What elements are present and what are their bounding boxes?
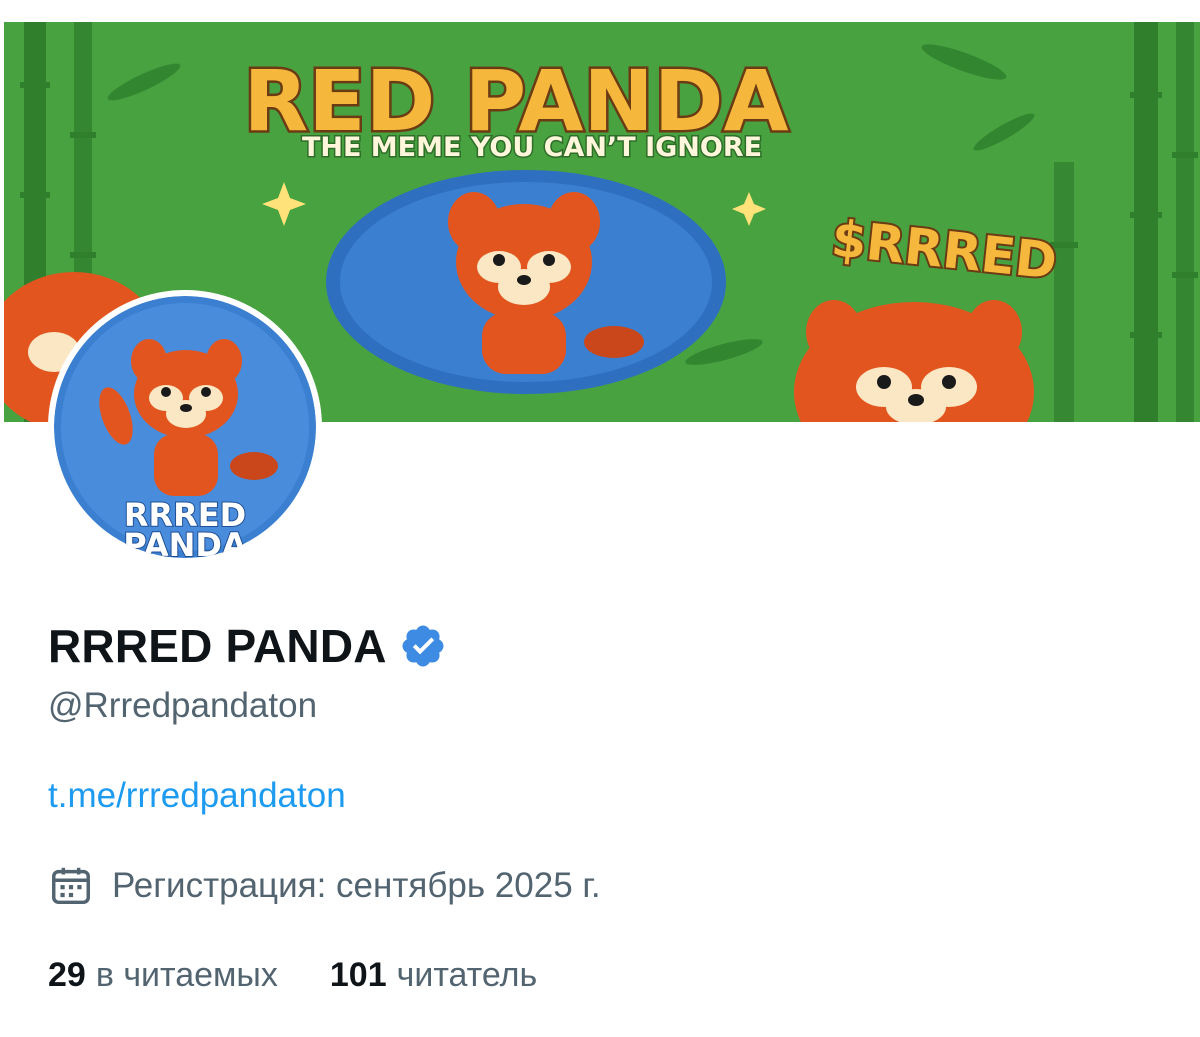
avatar-image: RRRED PANDA — [54, 296, 316, 558]
profile-display-name: RRRED PANDA — [48, 620, 387, 672]
followers-stat-link[interactable]: 101 читатель — [330, 956, 537, 995]
banner-subtitle: THE MEME YOU CAN’T IGNORE — [302, 132, 762, 163]
profile-joined-date: Регистрация: сентябрь 2025 г. — [112, 866, 601, 905]
profile-website-link[interactable]: t.me/rrredpandaton — [48, 776, 346, 816]
panda-icon-right — [794, 300, 1034, 422]
followers-count: 101 — [329, 955, 387, 994]
profile-handle: @Rrredpandaton — [48, 686, 318, 725]
profile-joined-row: Регистрация: сентябрь 2025 г. — [48, 860, 601, 912]
verified-badge-icon[interactable] — [399, 622, 447, 670]
following-count: 29 — [48, 955, 86, 994]
banner-coin — [326, 170, 726, 394]
followers-label: читатель — [396, 955, 538, 994]
avatar-line2: PANDA — [123, 526, 247, 558]
calendar-icon — [52, 867, 90, 905]
profile-avatar[interactable]: RRRED PANDA — [48, 290, 322, 564]
following-label: в читаемых — [95, 955, 278, 994]
profile-stats: 29 в читаемых 101 читатель — [48, 950, 537, 1000]
profile-name-row: RRRED PANDA — [48, 614, 447, 678]
following-stat-link[interactable]: 29 в читаемых — [48, 956, 278, 995]
